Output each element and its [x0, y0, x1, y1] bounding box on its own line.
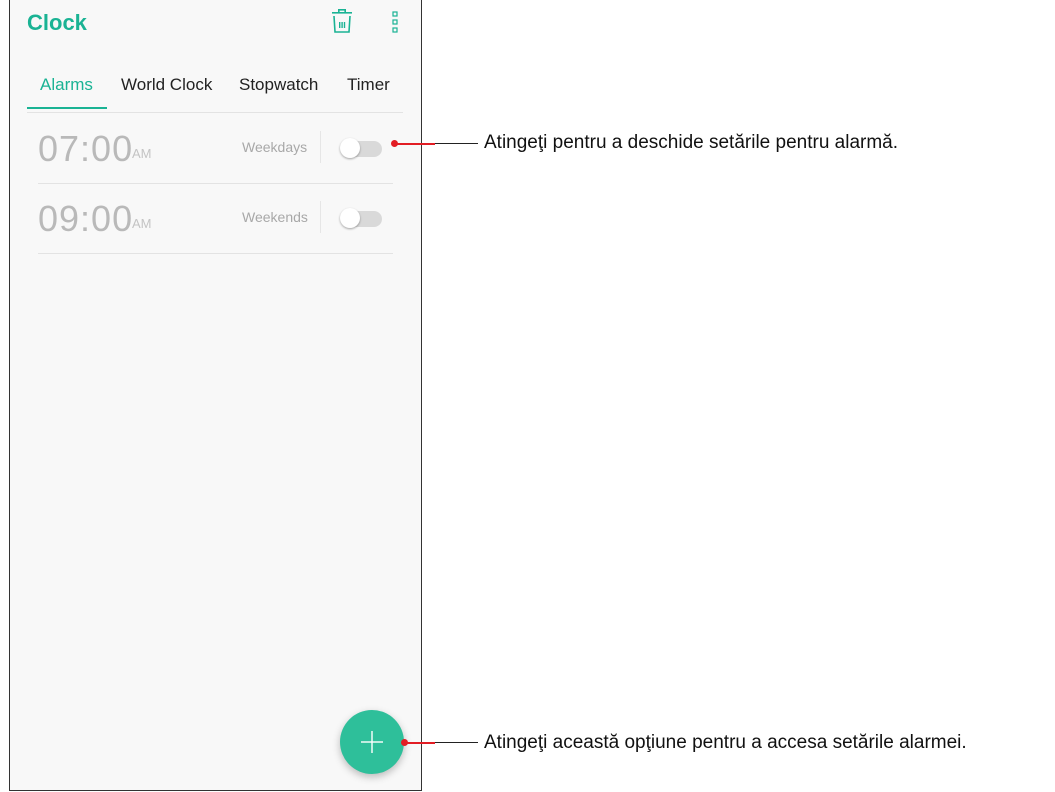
alarm-row[interactable]: 09:00 AM Weekends [38, 183, 393, 254]
alarm-ampm: AM [132, 216, 152, 231]
alarm-repeat: Weekdays [242, 139, 308, 155]
plus-icon [361, 731, 383, 753]
callout-leader [397, 143, 435, 145]
alarm-row[interactable]: 07:00 AM Weekdays [38, 113, 393, 184]
alarm-toggle[interactable] [340, 138, 382, 158]
app-title: Clock [27, 10, 87, 35]
tab-alarms[interactable]: Alarms [40, 75, 93, 95]
callout-line [435, 143, 478, 144]
alarm-ampm: AM [132, 146, 152, 161]
alarm-toggle[interactable] [340, 208, 382, 228]
callout-text: Atingeţi această opţiune pentru a accesa… [484, 732, 967, 753]
alarm-time: 07:00 [38, 128, 134, 169]
active-tab-indicator [27, 107, 107, 109]
tab-world-clock[interactable]: World Clock [121, 75, 212, 95]
tab-stopwatch[interactable]: Stopwatch [239, 75, 318, 95]
trash-icon[interactable] [331, 8, 353, 34]
divider [320, 201, 321, 233]
more-vert-icon[interactable] [391, 10, 399, 34]
tab-timer[interactable]: Timer [347, 75, 390, 95]
callout-text: Atingeţi pentru a deschide setările pent… [484, 132, 899, 153]
toggle-thumb [340, 208, 360, 228]
toggle-thumb [340, 138, 360, 158]
alarm-time: 09:00 [38, 198, 134, 239]
tab-bar: Alarms World Clock Stopwatch Timer [27, 64, 403, 113]
alarm-repeat: Weekends [242, 209, 308, 225]
divider [320, 131, 321, 163]
page: Clock Alarms World Clock Stopwatch Timer… [0, 0, 1055, 792]
callout-leader [407, 742, 435, 744]
phone-screen: Clock Alarms World Clock Stopwatch Timer… [9, 0, 422, 791]
callout-line [435, 742, 478, 743]
add-alarm-button[interactable] [340, 710, 404, 774]
